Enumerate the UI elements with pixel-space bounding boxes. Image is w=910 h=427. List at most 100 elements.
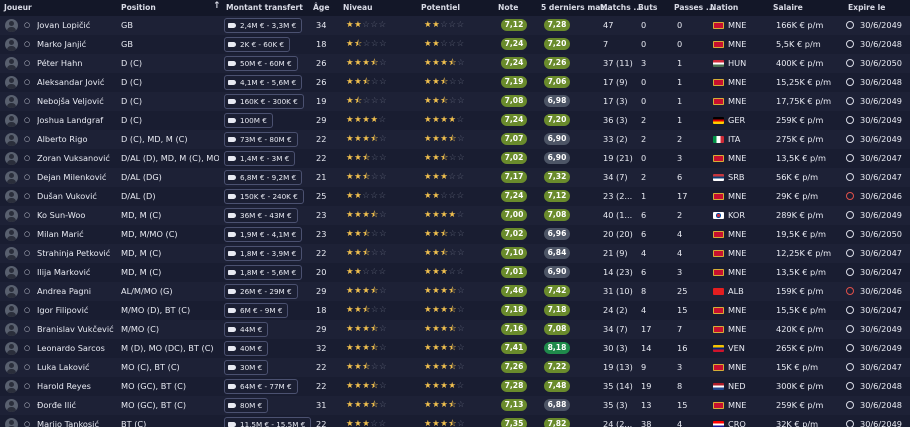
avatar	[5, 247, 18, 260]
tag-icon	[228, 364, 236, 370]
last5-badge: 6,98	[544, 95, 570, 107]
player-name[interactable]: Luka Laković	[37, 358, 115, 377]
assists: 25	[677, 286, 688, 296]
table-row[interactable]: ○ Ilija Marković MD, M (C) 1,8M € - 5,6M € 2…	[0, 263, 910, 282]
player-name[interactable]: Jovan Lopičić	[37, 16, 115, 35]
player-name[interactable]: Đorđe Ilić	[37, 396, 115, 415]
player-position: BT (C)	[121, 419, 147, 427]
sort-arrow-icon[interactable]: ↑	[213, 1, 221, 11]
header-rating[interactable]: Note	[498, 3, 518, 12]
player-name[interactable]: Joshua Landgraf	[37, 111, 115, 130]
mne-flag-icon	[713, 307, 724, 314]
transfer-value: 11,5M € - 15,5M €	[224, 417, 312, 427]
potential-star-icon: ☆	[456, 58, 466, 68]
potential-star-icon: ☆	[448, 248, 457, 258]
player-name[interactable]: Zoran Vuksanović	[37, 149, 115, 168]
player-name[interactable]: Andrea Pagni	[37, 282, 115, 301]
lock-icon: ○	[24, 382, 31, 390]
table-row[interactable]: ○ Andrea Pagni AL/M/MO (G) 26M € - 29M € 29 ★…	[0, 282, 910, 301]
potential-star-icon: ⯪	[448, 305, 457, 315]
goals: 2	[641, 115, 647, 125]
table-row[interactable]: ○ Dejan Milenković D/AL (DG) 6,8M € - 9,2M …	[0, 168, 910, 187]
table-row[interactable]: ○ Joshua Landgraf D (C) 100M €29 ★★★★☆ ★★★★☆ 7…	[0, 111, 910, 130]
player-name[interactable]: Péter Hahn	[37, 54, 115, 73]
goals: 0	[641, 20, 647, 30]
header-nation[interactable]: Nation	[710, 3, 738, 12]
table-row[interactable]: ○ Leonardo Sarcos M (D), MO (DC), BT (C) 40…	[0, 339, 910, 358]
player-name[interactable]: Dušan Vuković	[37, 187, 115, 206]
contract-expiry: 30/6/2050	[860, 58, 902, 68]
player-position: M/MO (D), BT (C)	[121, 305, 191, 315]
potential-stars: ★★★⯪☆	[424, 54, 465, 73]
table-row[interactable]: ○ Zoran Vuksanović D/AL (D), MD, M (C), MO…	[0, 149, 910, 168]
clock-icon	[846, 344, 854, 352]
table-row[interactable]: ○ Alberto Rigo D (C), MD, M (C) 73M € - 80M…	[0, 130, 910, 149]
ned-flag-icon	[713, 383, 724, 390]
header-assists[interactable]: Passes ...	[674, 3, 715, 12]
player-name[interactable]: Igor Filipović	[37, 301, 115, 320]
table-row[interactable]: ○ Nebojša Veljović D (C) 160K € - 300K € 19 ★…	[0, 92, 910, 111]
clock-icon	[846, 154, 854, 162]
player-name[interactable]: Milan Marić	[37, 225, 115, 244]
player-name[interactable]: Alberto Rigo	[37, 130, 115, 149]
header-salary[interactable]: Salaire	[773, 3, 803, 12]
player-name[interactable]: Ilija Marković	[37, 263, 115, 282]
potential-star-icon: ★	[424, 39, 433, 49]
player-name[interactable]: Dejan Milenković	[37, 168, 115, 187]
transfer-value-text: 2K € - 60K €	[240, 40, 285, 49]
clock-icon	[846, 59, 854, 67]
clock-icon	[846, 97, 854, 105]
player-name[interactable]: Branislav Vukčević	[37, 320, 115, 339]
player-name[interactable]: Marko Janjić	[37, 35, 115, 54]
header-transfer[interactable]: Montant transfert	[226, 3, 303, 12]
salary: 13,5K € p/m	[776, 267, 826, 277]
level-star-icon: ★	[346, 229, 355, 239]
rating-badge: 7,24	[501, 114, 527, 126]
goals: 0	[641, 153, 647, 163]
header-goals[interactable]: Buts	[638, 3, 657, 12]
table-row[interactable]: ○ Ko Sun-Woo MD, M (C) 36M € - 43M €23 ★★★⯪☆…	[0, 206, 910, 225]
goals: 0	[641, 96, 647, 106]
potential-star-icon: ★	[424, 305, 433, 315]
assists: 1	[677, 77, 683, 87]
table-row[interactable]: ○ Igor Filipović M/MO (D), BT (C) 6M € - 9M…	[0, 301, 910, 320]
player-name[interactable]: Strahinja Petković	[37, 244, 115, 263]
player-age: 22	[316, 419, 327, 427]
table-row[interactable]: ○ Luka Laković MO (C), BT (C) 30M €22 ★★⯪☆☆ ★…	[0, 358, 910, 377]
player-name[interactable]: Ko Sun-Woo	[37, 206, 115, 225]
table-row[interactable]: ○ Strahinja Petković MD, M (C) 1,8M € - 3,9…	[0, 244, 910, 263]
player-name[interactable]: Marijo Tankosić	[37, 415, 115, 427]
header-player[interactable]: Joueur	[4, 3, 32, 12]
srb-flag-icon	[713, 174, 724, 181]
player-name[interactable]: Aleksandar Jović	[37, 73, 115, 92]
lock-icon: ○	[24, 287, 31, 295]
potential-star-icon: ☆	[456, 248, 466, 258]
table-row[interactable]: ○ Marko Janjić GB 2K € - 60K €18 ★⯪☆☆☆ ★★☆☆☆ 7…	[0, 35, 910, 54]
matches-played: 47	[603, 20, 614, 30]
nation-code: MNE	[728, 77, 747, 87]
player-name[interactable]: Harold Reyes	[37, 377, 115, 396]
header-matches[interactable]: Matchs ...	[600, 3, 642, 12]
assists: 1	[677, 96, 683, 106]
header-level[interactable]: Niveau	[343, 3, 373, 12]
tag-icon	[228, 22, 236, 28]
table-row[interactable]: ○ Jovan Lopičić GB 2,4M € - 3,3M €34 ★★☆☆☆ ★★…	[0, 16, 910, 35]
level-star-icon: ☆	[362, 39, 371, 49]
table-row[interactable]: ○ Milan Marić MD, M/MO (C) 1,9M € - 4,1M € 2…	[0, 225, 910, 244]
player-name[interactable]: Nebojša Veljović	[37, 92, 115, 111]
table-row[interactable]: ○ Branislav Vukčević M/MO (C) 44M €29 ★★★⯪☆ ★…	[0, 320, 910, 339]
level-star-icon: ☆	[378, 153, 388, 163]
header-potential[interactable]: Potentiel	[421, 3, 460, 12]
table-row[interactable]: ○ Dušan Vuković D/AL (D) 150K € - 240K € 25 ★…	[0, 187, 910, 206]
table-row[interactable]: ○ Péter Hahn D (C) 50M € - 60M €26 ★★★⯪☆ ★★★⯪…	[0, 54, 910, 73]
table-row[interactable]: ○ Đorđe Ilić MO (GC), BT (C) 80M €31 ★★★⯪☆ ★★…	[0, 396, 910, 415]
header-age[interactable]: Âge	[313, 3, 329, 12]
clock-icon	[846, 173, 854, 181]
level-stars: ★★★⯪☆	[346, 339, 387, 358]
table-row[interactable]: ○ Aleksandar Jović D (C) 4,1M € - 5,6M € 26 ★…	[0, 73, 910, 92]
table-row[interactable]: ○ Marijo Tankosić BT (C) 11,5M € - 15,5M € 2…	[0, 415, 910, 427]
header-expires[interactable]: Expire le	[848, 3, 885, 12]
table-row[interactable]: ○ Harold Reyes MO (GC), BT (C) 64M € - 77M …	[0, 377, 910, 396]
header-position[interactable]: Position	[121, 3, 156, 12]
player-name[interactable]: Leonardo Sarcos	[37, 339, 115, 358]
